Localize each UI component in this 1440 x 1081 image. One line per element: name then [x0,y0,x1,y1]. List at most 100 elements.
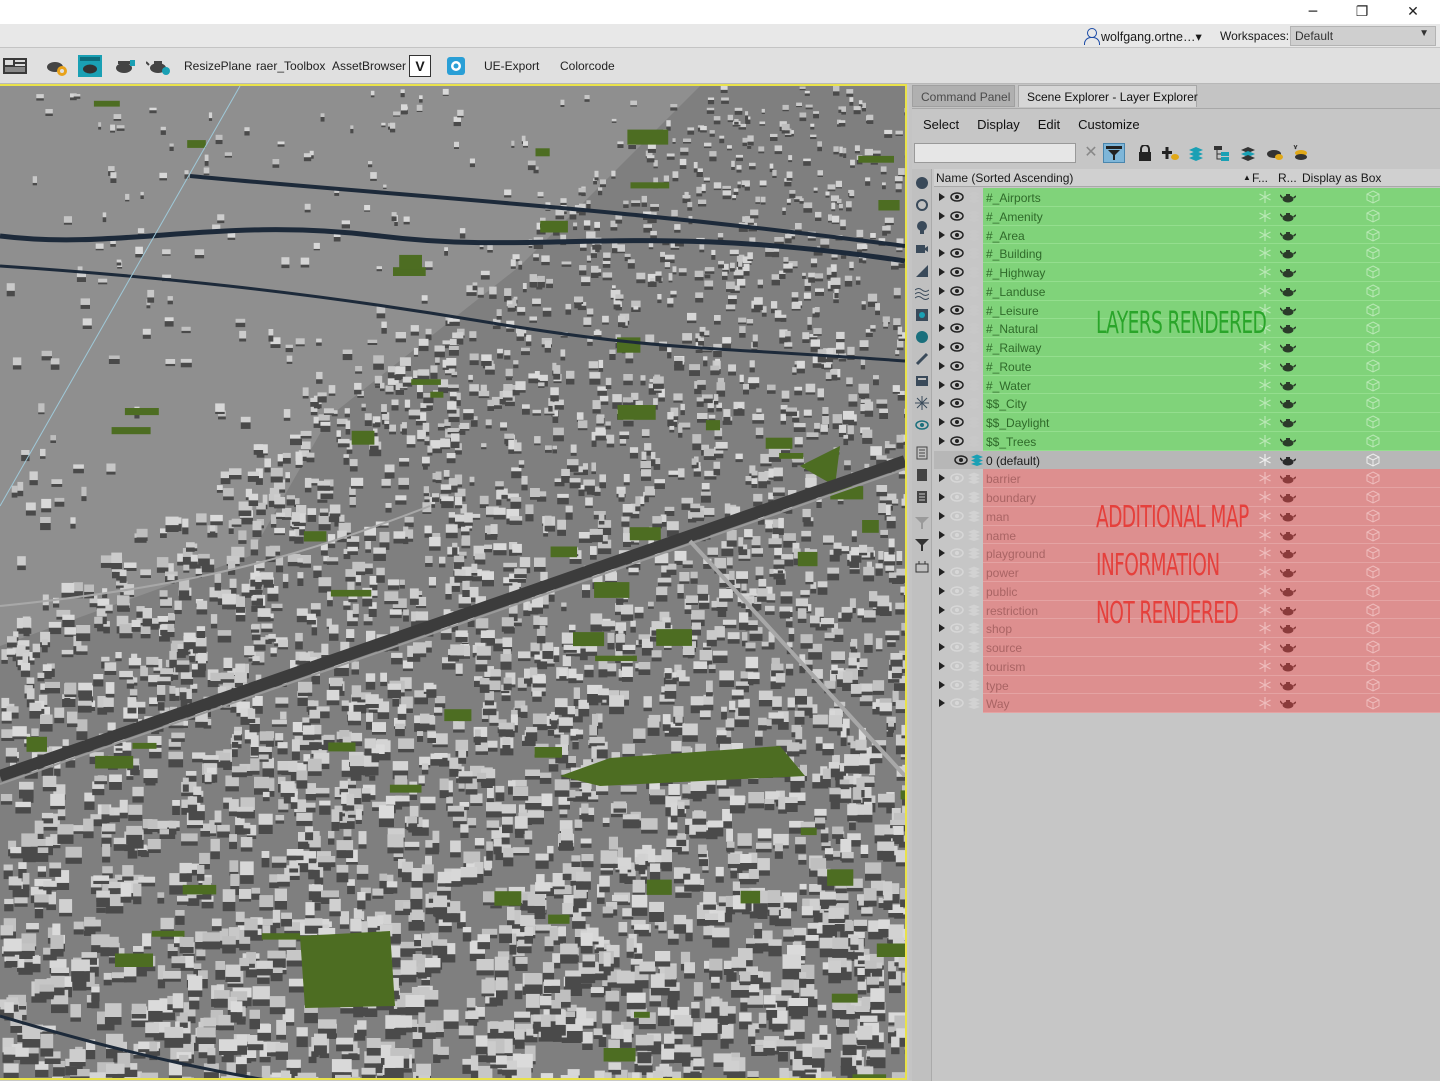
visibility-eye-icon[interactable] [950,510,964,522]
layer-row-hidden-10[interactable]: tourism [934,657,1440,676]
display-as-box-icon[interactable] [1366,434,1380,448]
freeze-snowflake-icon[interactable] [1258,228,1272,242]
clear-search-icon[interactable]: ✕ [1083,143,1099,163]
freeze-snowflake-icon[interactable] [1258,265,1272,279]
display-as-box-icon[interactable] [1366,584,1380,598]
add-to-layer-icon[interactable] [1185,143,1207,163]
renderable-teapot-icon[interactable] [1280,490,1296,504]
menu-select[interactable]: Select [912,117,966,135]
freeze-snowflake-icon[interactable] [1258,584,1272,598]
expand-arrow-icon[interactable] [939,324,945,332]
renderable-teapot-icon[interactable] [1280,659,1296,673]
display-as-box-icon[interactable] [1366,359,1380,373]
create-layer-icon[interactable] [1159,143,1181,163]
lights-filter-icon[interactable] [914,219,930,235]
freeze-snowflake-icon[interactable] [1258,378,1272,392]
3d-viewport[interactable] [0,84,907,1080]
user-account-menu[interactable]: wolfgang.ortne…▾ [1084,27,1202,45]
freeze-snowflake-icon[interactable] [1258,678,1272,692]
expand-arrow-icon[interactable] [939,399,945,407]
freeze-snowflake-icon[interactable] [1258,696,1272,710]
freeze-snowflake-icon[interactable] [1258,621,1272,635]
renderable-teapot-icon[interactable] [1280,415,1296,429]
ue-export-button[interactable]: UE-Export [484,59,539,73]
renderable-teapot-icon[interactable] [1280,621,1296,635]
expand-arrow-icon[interactable] [939,681,945,689]
menu-customize[interactable]: Customize [1067,117,1146,135]
freeze-snowflake-icon[interactable] [1258,471,1272,485]
expand-arrow-icon[interactable] [939,512,945,520]
visibility-eye-icon[interactable] [950,435,964,447]
renderable-teapot-icon[interactable] [1280,190,1296,204]
bones-filter-icon[interactable] [914,351,930,367]
selection-set-icon[interactable] [914,559,930,575]
expand-arrow-icon[interactable] [939,587,945,595]
containers-filter-icon[interactable] [914,373,930,389]
visibility-eye-icon[interactable] [950,622,964,634]
layer-row-5[interactable]: #_Landuse [934,282,1440,301]
freeze-snowflake-icon[interactable] [1258,490,1272,504]
visibility-eye-icon[interactable] [950,304,964,316]
layer-row-4[interactable]: #_Highway [934,263,1440,282]
search-input[interactable] [914,143,1076,163]
renderable-teapot-icon[interactable] [1280,584,1296,598]
expand-arrow-icon[interactable] [939,193,945,201]
invert-display-icon[interactable] [914,489,930,505]
spacewarps-filter-icon[interactable] [914,285,930,301]
visibility-eye-icon[interactable] [950,697,964,709]
expand-arrow-icon[interactable] [939,249,945,257]
visibility-eye-icon[interactable] [950,491,964,503]
renderable-teapot-icon[interactable] [1280,303,1296,317]
freeze-snowflake-icon[interactable] [1258,565,1272,579]
freeze-snowflake-icon[interactable] [1258,396,1272,410]
display-as-box-icon[interactable] [1366,509,1380,523]
freeze-snowflake-icon[interactable] [1258,246,1272,260]
display-as-box-icon[interactable] [1366,471,1380,485]
frozen-filter-icon[interactable] [914,395,930,411]
visibility-eye-icon[interactable] [950,229,964,241]
visibility-eye-icon[interactable] [950,641,964,653]
groups-filter-icon[interactable] [914,307,930,323]
freeze-snowflake-icon[interactable] [1258,528,1272,542]
expand-arrow-icon[interactable] [939,662,945,670]
layer-row-2[interactable]: #_Area [934,226,1440,245]
display-all-icon[interactable] [914,445,930,461]
renderable-teapot-icon[interactable] [1280,340,1296,354]
freeze-snowflake-icon[interactable] [1258,434,1272,448]
expand-arrow-icon[interactable] [939,381,945,389]
visibility-eye-icon[interactable] [950,397,964,409]
renderable-teapot-icon[interactable] [1280,528,1296,542]
teapot-render-icon[interactable] [112,54,138,78]
geometry-filter-icon[interactable] [914,175,930,191]
freeze-snowflake-icon[interactable] [1258,603,1272,617]
visibility-eye-icon[interactable] [950,360,964,372]
visibility-eye-icon[interactable] [950,210,964,222]
visibility-eye-icon[interactable] [950,266,964,278]
hidden-filter-icon[interactable] [914,417,930,433]
renderable-teapot-icon[interactable] [1280,228,1296,242]
restore-button[interactable]: ❐ [1339,0,1385,24]
visibility-eye-icon[interactable] [950,191,964,203]
hierarchy-icon[interactable] [1211,143,1233,163]
visibility-eye-icon[interactable] [950,529,964,541]
freeze-snowflake-icon[interactable] [1258,284,1272,298]
expand-arrow-icon[interactable] [939,606,945,614]
display-as-box-icon[interactable] [1366,640,1380,654]
menu-display[interactable]: Display [966,117,1027,135]
display-as-box-icon[interactable] [1366,303,1380,317]
display-none-icon[interactable] [914,467,930,483]
display-as-box-icon[interactable] [1366,415,1380,429]
minimize-button[interactable]: ─ [1290,0,1336,24]
layer-row-9[interactable]: #_Route [934,357,1440,376]
display-as-box-icon[interactable] [1366,246,1380,260]
expand-arrow-icon[interactable] [939,624,945,632]
expand-arrow-icon[interactable] [939,437,945,445]
expand-arrow-icon[interactable] [939,474,945,482]
freeze-snowflake-icon[interactable] [1258,209,1272,223]
display-as-box-icon[interactable] [1366,453,1380,467]
display-as-box-icon[interactable] [1366,696,1380,710]
close-button[interactable]: ✕ [1390,0,1436,24]
renderable-teapot-icon[interactable] [1280,265,1296,279]
display-as-box-icon[interactable] [1366,565,1380,579]
renderable-teapot-icon[interactable] [1280,603,1296,617]
